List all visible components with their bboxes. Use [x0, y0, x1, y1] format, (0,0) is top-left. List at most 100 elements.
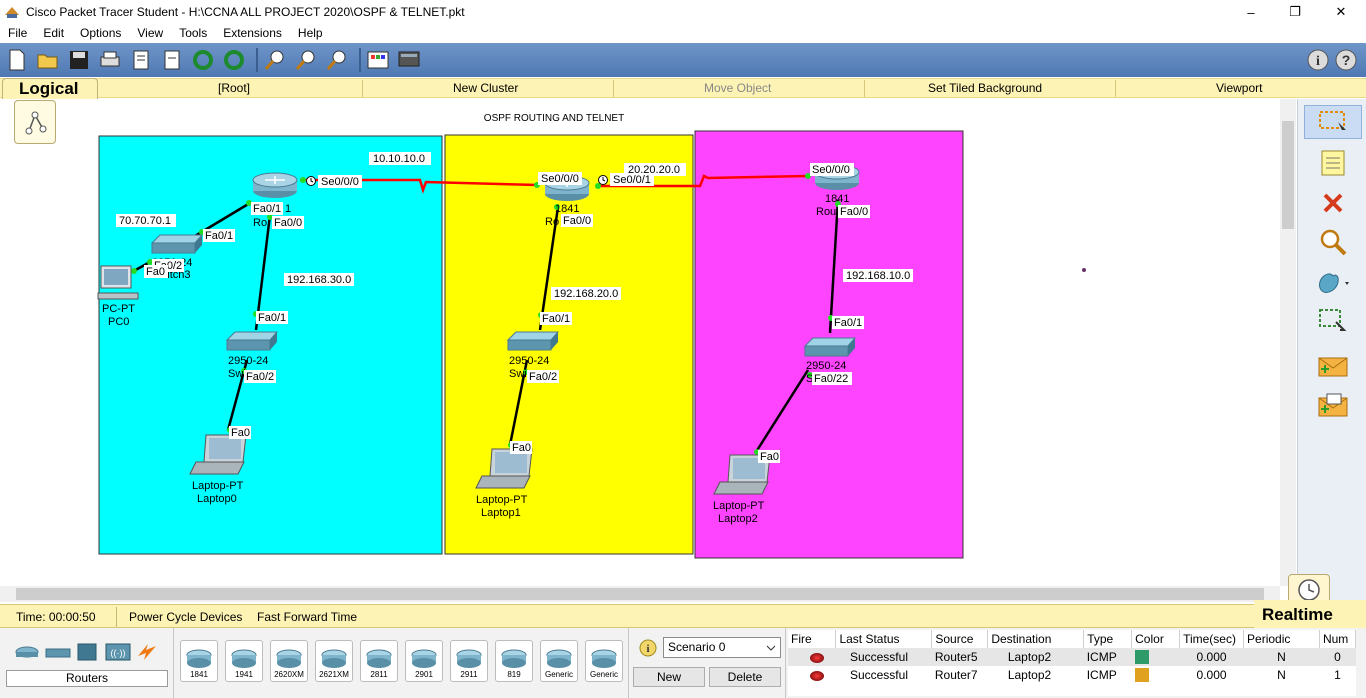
routers-category-icon[interactable]	[15, 646, 39, 658]
wireless-category-icon[interactable]: ((·))	[105, 643, 131, 661]
delete-icon[interactable]	[1304, 186, 1362, 220]
power-cycle-devices-button[interactable]: Power Cycle Devices	[129, 610, 242, 624]
device-model-2620xm[interactable]: 2620XM	[270, 640, 308, 682]
switch3-icon[interactable]	[150, 234, 204, 254]
info-icon[interactable]: i	[1306, 48, 1330, 72]
col-color[interactable]: Color	[1131, 630, 1181, 648]
device-model-generic-2[interactable]: Generic	[585, 640, 623, 682]
port-label: Fa0/1	[253, 203, 281, 215]
col-periodic[interactable]: Periodic	[1243, 630, 1320, 648]
new-cluster-button[interactable]: New Cluster	[453, 81, 518, 95]
pdu-list: Fire Last Status Source Destination Type…	[788, 630, 1357, 696]
notes-icon[interactable]	[159, 47, 185, 73]
pdu-row[interactable]: Successful Router7 Laptop2 ICMP 0.000 N …	[788, 666, 1356, 684]
delete-scenario-button[interactable]: Delete	[709, 667, 781, 687]
help-icon[interactable]: ?	[1334, 48, 1358, 72]
router0-icon[interactable]	[252, 172, 298, 198]
fire-icon[interactable]	[810, 670, 824, 681]
col-destination[interactable]: Destination	[987, 630, 1085, 648]
palette-icon[interactable]	[365, 47, 391, 73]
col-fire[interactable]: Fire	[788, 630, 837, 648]
info-icon[interactable]: i	[639, 639, 657, 657]
device-model-generic-1[interactable]: Generic	[540, 640, 578, 682]
menu-extensions[interactable]: Extensions	[215, 26, 290, 40]
menu-file[interactable]: File	[0, 26, 35, 40]
bottom-panel: ((·)) Routers 1841 1941 2620XM 2621XM 28…	[0, 628, 1366, 698]
menu-view[interactable]: View	[129, 26, 171, 40]
zoom-reset-icon[interactable]	[293, 47, 319, 73]
port-label: Fa0/1	[258, 312, 286, 324]
col-last-status[interactable]: Last Status	[835, 630, 933, 648]
logical-view-icon[interactable]	[14, 100, 56, 144]
zoom-out-icon[interactable]	[324, 47, 350, 73]
activity-wizard-icon[interactable]	[128, 47, 154, 73]
port-label: Fa0/0	[274, 217, 302, 229]
router2-name-label: Rou	[816, 206, 836, 218]
laptop2-model-label: Laptop-PT	[713, 500, 765, 512]
device-model-2621xm[interactable]: 2621XM	[315, 640, 353, 682]
new-scenario-button[interactable]: New	[633, 667, 705, 687]
custom-devices-icon[interactable]	[396, 47, 422, 73]
pdu-row[interactable]: Successful Router5 Laptop2 ICMP 0.000 N …	[788, 648, 1356, 666]
device-model-1841[interactable]: 1841	[180, 640, 218, 682]
move-object-button[interactable]: Move Object	[704, 81, 771, 95]
select-tool-icon[interactable]	[1304, 105, 1362, 139]
draw-shape-icon[interactable]	[1304, 265, 1362, 299]
connections-category-icon[interactable]	[138, 644, 156, 660]
col-type[interactable]: Type	[1083, 630, 1133, 648]
col-time[interactable]: Time(sec)	[1179, 630, 1245, 648]
network-label-70: 70.70.70.1	[119, 215, 171, 227]
port-label: Fa0	[760, 451, 779, 463]
menu-options[interactable]: Options	[72, 26, 129, 40]
resize-shape-icon[interactable]	[1304, 304, 1362, 338]
device-model-819[interactable]: 819	[495, 640, 533, 682]
menu-edit[interactable]: Edit	[35, 26, 72, 40]
set-tiled-background-button[interactable]: Set Tiled Background	[928, 81, 1042, 95]
logical-tab[interactable]: Logical	[2, 78, 98, 100]
place-note-icon[interactable]	[1304, 146, 1362, 180]
fire-icon[interactable]	[810, 652, 824, 663]
redo-icon[interactable]	[221, 47, 247, 73]
viewport-button[interactable]: Viewport	[1216, 81, 1262, 95]
add-simple-pdu-icon[interactable]	[1304, 350, 1362, 384]
menu-help[interactable]: Help	[290, 26, 331, 40]
logical-workspace-canvas[interactable]: OSPF ROUTING AND TELNET 10.10.10.0 20.20…	[0, 99, 1280, 586]
vertical-scrollbar[interactable]	[1280, 99, 1296, 586]
col-num[interactable]: Num	[1319, 630, 1357, 648]
router1-name-label: Ro	[545, 216, 559, 228]
workspace-bar: [Root] New Cluster Move Object Set Tiled…	[0, 78, 1366, 98]
inspect-icon[interactable]	[1304, 225, 1362, 259]
close-button[interactable]: ✕	[1318, 0, 1364, 24]
horizontal-scrollbar[interactable]	[0, 586, 1280, 602]
undo-icon[interactable]	[190, 47, 216, 73]
root-button[interactable]: [Root]	[218, 81, 250, 95]
scenario-select[interactable]: Scenario 0	[663, 637, 781, 658]
save-icon[interactable]	[66, 47, 92, 73]
new-file-icon[interactable]	[4, 47, 30, 73]
device-category-label: Routers	[6, 670, 168, 687]
menu-tools[interactable]: Tools	[171, 26, 215, 40]
device-model-2811[interactable]: 2811	[360, 640, 398, 682]
switch0-icon[interactable]	[225, 331, 279, 351]
switches-category-icon[interactable]	[45, 648, 71, 658]
col-source[interactable]: Source	[931, 630, 989, 648]
device-model-2911[interactable]: 2911	[450, 640, 488, 682]
zoom-in-icon[interactable]	[262, 47, 288, 73]
port-label: Fa0/1	[205, 230, 233, 242]
print-icon[interactable]	[97, 47, 123, 73]
switch2-icon[interactable]	[803, 337, 857, 357]
hubs-category-icon[interactable]	[77, 643, 97, 661]
network-label-192-10: 192.168.10.0	[846, 270, 910, 282]
laptop0-model-label: Laptop-PT	[192, 480, 244, 492]
port-label: Fa0/0	[840, 206, 868, 218]
open-folder-icon[interactable]	[35, 47, 61, 73]
port-label: Se0/0/1	[613, 174, 651, 186]
device-model-2901[interactable]: 2901	[405, 640, 443, 682]
minimize-button[interactable]: –	[1228, 0, 1274, 24]
device-model-1941[interactable]: 1941	[225, 640, 263, 682]
maximize-button[interactable]: ❐	[1272, 0, 1318, 24]
switch1-icon[interactable]	[506, 331, 560, 351]
realtime-tab[interactable]: Realtime	[1254, 600, 1366, 628]
fast-forward-time-button[interactable]: Fast Forward Time	[257, 610, 357, 624]
add-complex-pdu-icon[interactable]	[1304, 389, 1362, 423]
